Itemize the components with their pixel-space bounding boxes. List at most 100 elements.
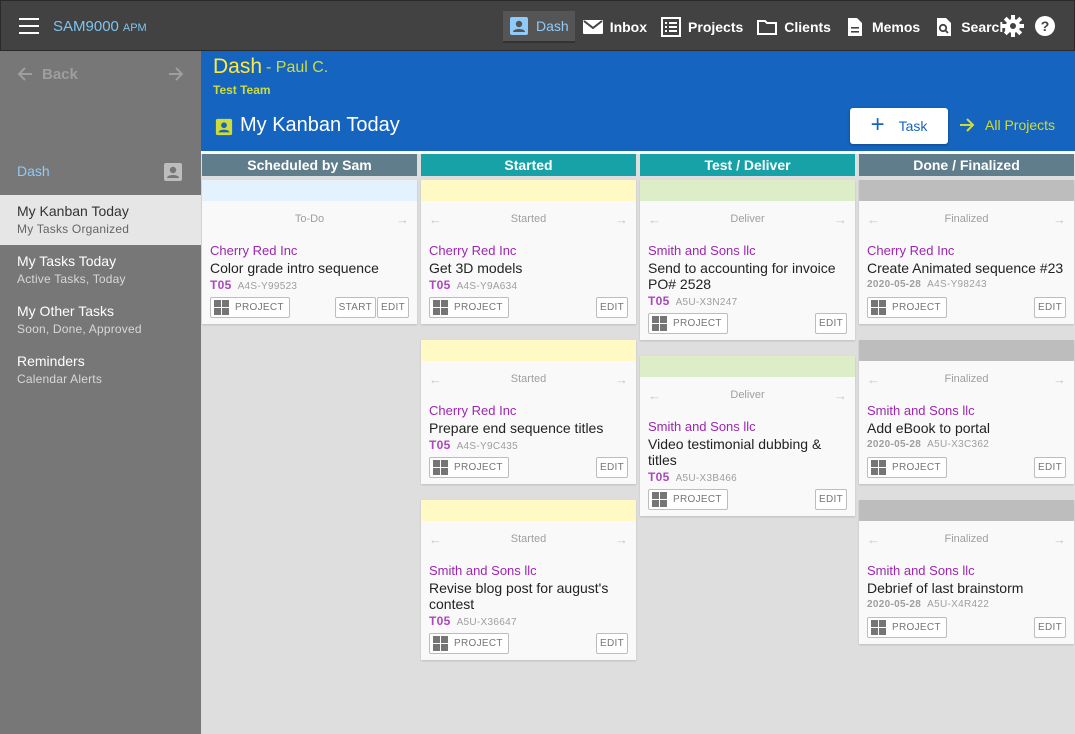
card-client[interactable]: Cherry Red Inc [421,401,636,420]
card-client[interactable]: Cherry Red Inc [421,241,636,260]
edit-button[interactable]: EDIT [815,313,847,334]
card-title[interactable]: Add eBook to portal [859,420,1074,436]
card-title[interactable]: Revise blog post for august's contest [421,580,636,612]
start-button[interactable]: START [334,297,376,318]
card-actions: PROJECT EDIT [640,486,855,516]
sidebar-item-title: My Tasks Today [17,253,117,269]
card-title[interactable]: Color grade intro sequence [202,260,417,276]
card-client[interactable]: Cherry Red Inc [859,241,1074,260]
back-button[interactable]: Back [42,66,78,83]
gear-icon[interactable] [1002,15,1024,37]
card-client[interactable]: Smith and Sons llc [859,561,1074,580]
task-card[interactable]: To-Do → Cherry Red Inc Color grade intro se… [202,180,417,324]
nav-clients-label: Clients [784,19,831,35]
move-right-arrow-icon[interactable]: → [396,212,409,227]
nav-inbox[interactable]: Inbox [577,11,653,43]
card-meta: 2020-05-28 A5U-X4R422 [859,596,1074,614]
move-right-arrow-icon[interactable]: → [834,388,847,403]
sidebar-item-subtitle: Active Tasks, Today [17,272,126,286]
dashboard-icon [433,460,448,475]
nav-memos[interactable]: Memos [839,11,926,43]
kanban-column: Test / Deliver ← Deliver → Smith and Sons ll… [640,154,855,516]
team-name: Test Team [213,83,271,97]
project-button-label: PROJECT [673,318,722,329]
sidebar-item-my-tasks-today[interactable]: My Tasks Today Active Tasks, Today [0,245,201,295]
move-right-arrow-icon[interactable]: → [1053,532,1066,547]
project-button[interactable]: PROJECT [648,313,728,334]
sidebar-item-reminders[interactable]: Reminders Calendar Alerts [0,345,201,395]
forward-arrow-icon[interactable] [167,65,185,83]
card-title[interactable]: Send to accounting for invoice PO# 2528 [640,260,855,292]
card-meta: T05 A4S-Y9C435 [421,436,636,454]
task-card[interactable]: ← Started → Smith and Sons llc Revise blog p… [421,500,636,660]
card-meta: 2020-05-28 A5U-X3C362 [859,436,1074,454]
sidebar-item-my-other-tasks[interactable]: My Other Tasks Soon, Done, Approved [0,295,201,345]
search-icon [937,18,952,36]
edit-button[interactable]: EDIT [596,633,628,654]
menu-icon[interactable] [19,18,39,34]
column-header: Done / Finalized [859,154,1074,176]
move-right-arrow-icon[interactable]: → [615,212,628,227]
add-task-button[interactable]: + Task [850,108,948,144]
card-client[interactable]: Cherry Red Inc [202,241,417,260]
card-client[interactable]: Smith and Sons llc [421,561,636,580]
card-date: 2020-05-28 [867,599,922,610]
card-client[interactable]: Smith and Sons llc [640,241,855,260]
card-status: Started [510,213,547,225]
folder-icon [757,20,778,35]
card-title[interactable]: Get 3D models [421,260,636,276]
dashboard-icon [433,300,448,315]
all-projects-link[interactable]: All Projects [958,116,1055,134]
project-button[interactable]: PROJECT [867,617,947,638]
nav-projects[interactable]: Projects [655,11,749,43]
help-icon[interactable]: ? [1034,15,1056,37]
edit-button[interactable]: EDIT [596,297,628,318]
task-card[interactable]: ← Deliver → Smith and Sons llc Send to accou… [640,180,855,340]
project-button[interactable]: PROJECT [648,489,728,510]
edit-button[interactable]: EDIT [815,489,847,510]
task-card[interactable]: ← Finalized → Smith and Sons llc Add eBook t… [859,340,1074,484]
card-title[interactable]: Prepare end sequence titles [421,420,636,436]
card-client[interactable]: Smith and Sons llc [640,417,855,436]
move-right-arrow-icon[interactable]: → [1053,372,1066,387]
project-button[interactable]: PROJECT [867,457,947,478]
task-card[interactable]: ← Finalized → Cherry Red Inc Create Animated… [859,180,1074,324]
project-button[interactable]: PROJECT [429,457,509,478]
back-arrow-icon[interactable] [16,65,34,83]
sidebar-item-title: Reminders [17,353,85,369]
move-right-arrow-icon[interactable]: → [834,212,847,227]
sidebar-item-subtitle: My Tasks Organized [17,222,130,236]
sidebar-section-dash[interactable]: Dash [0,155,201,191]
card-title[interactable]: Create Animated sequence #23 [859,260,1074,276]
dashboard-icon [214,300,229,315]
move-right-arrow-icon[interactable]: → [1053,212,1066,227]
move-right-arrow-icon[interactable]: → [615,532,628,547]
edit-button[interactable]: EDIT [377,297,409,318]
sidebar-item-my-kanban-today[interactable]: My Kanban Today My Tasks Organized [0,195,201,245]
edit-button[interactable]: EDIT [1034,457,1066,478]
card-title[interactable]: Video testimonial dubbing & titles [640,436,855,468]
nav-dash[interactable]: Dash [503,11,575,43]
card-title[interactable]: Debrief of last brainstorm [859,580,1074,596]
task-card[interactable]: ← Deliver → Smith and Sons llc Video testimo… [640,356,855,516]
person-badge-icon [510,17,528,35]
nav-clients[interactable]: Clients [751,11,837,43]
edit-button[interactable]: EDIT [596,457,628,478]
task-card[interactable]: ← Started → Cherry Red Inc Prepare end seque… [421,340,636,484]
edit-button[interactable]: EDIT [1034,617,1066,638]
app-brand[interactable]: SAM9000 APM [53,18,147,35]
edit-button[interactable]: EDIT [1034,297,1066,318]
card-status: Deliver [730,389,765,401]
move-right-arrow-icon[interactable]: → [615,372,628,387]
project-button[interactable]: PROJECT [429,633,509,654]
project-button[interactable]: PROJECT [867,297,947,318]
task-card[interactable]: ← Finalized → Smith and Sons llc Debrief of … [859,500,1074,644]
card-id: A4S-Y99523 [237,281,298,292]
task-card[interactable]: ← Started → Cherry Red Inc Get 3D models T05 A… [421,180,636,324]
card-meta: T05 A5U-X3N247 [640,292,855,310]
dashboard-icon [652,492,667,507]
column-header: Test / Deliver [640,154,855,176]
card-client[interactable]: Smith and Sons llc [859,401,1074,420]
project-button[interactable]: PROJECT [210,297,290,318]
project-button[interactable]: PROJECT [429,297,509,318]
